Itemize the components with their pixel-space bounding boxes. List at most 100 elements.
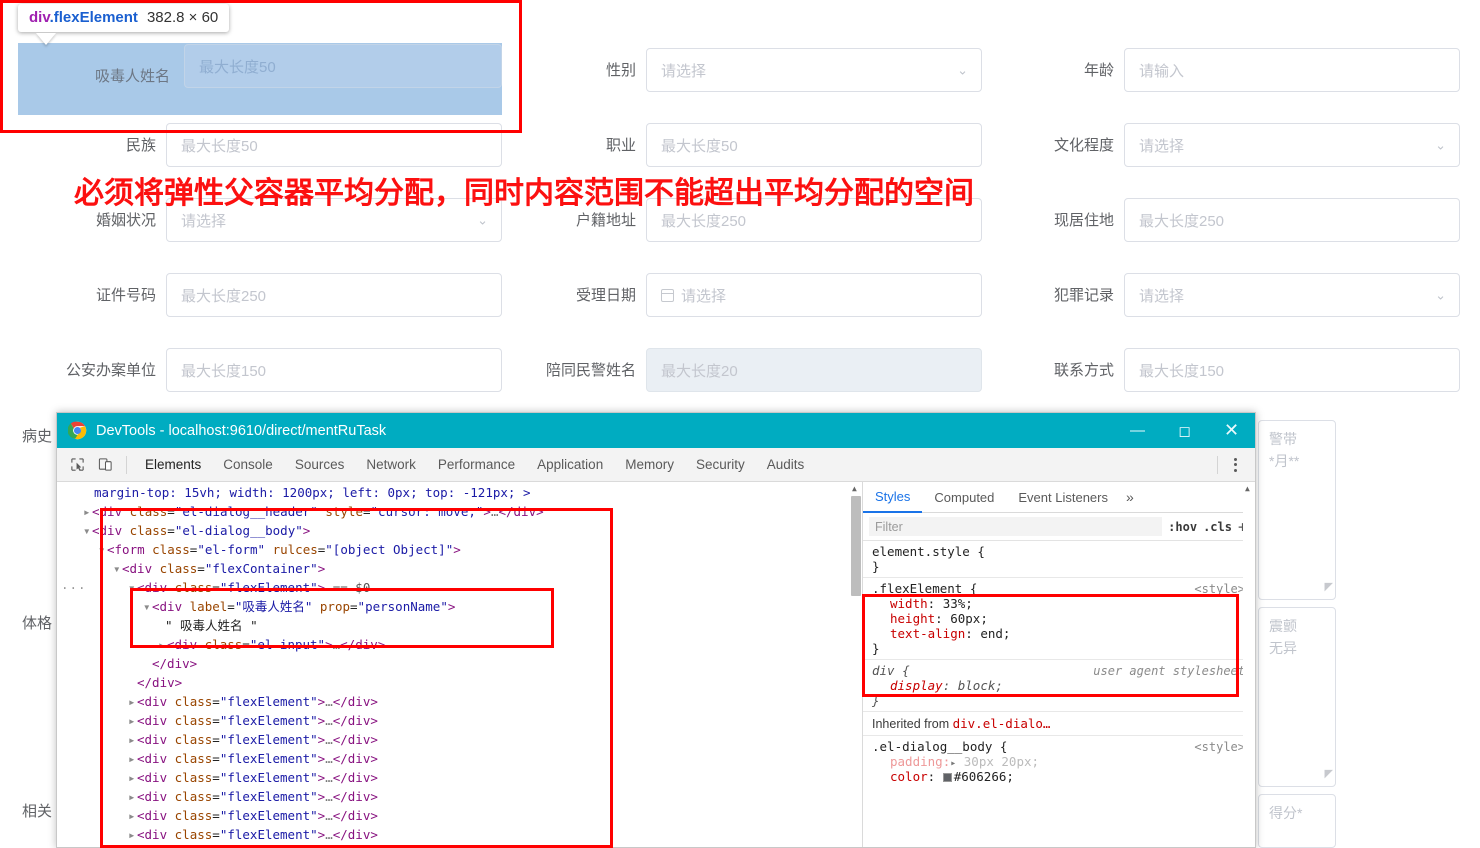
cls-toggle[interactable]: .cls <box>1203 520 1232 534</box>
disclosure-triangle-icon[interactable]: ▾ <box>128 578 137 597</box>
inherited-from-source[interactable]: div.el-dialo… <box>953 716 1051 731</box>
tab-console[interactable]: Console <box>212 448 284 482</box>
style-property[interactable]: text-align <box>872 626 965 641</box>
tab-performance[interactable]: Performance <box>427 448 526 482</box>
dom-line[interactable]: ▸<div class="flexElement">…</div> <box>57 806 862 825</box>
styles-filter-bar[interactable]: Filter :hov .cls + <box>863 513 1255 541</box>
disclosure-triangle-icon[interactable]: ▾ <box>143 597 152 616</box>
disclosure-triangle-icon[interactable]: ▸ <box>128 730 137 749</box>
style-rule-flexelement[interactable]: <style> .flexElement { width: 33%; heigh… <box>863 578 1255 660</box>
resize-grip-icon[interactable]: ◤ <box>1325 763 1333 785</box>
tab-audits[interactable]: Audits <box>756 448 816 482</box>
style-value[interactable]: #606266; <box>954 769 1014 784</box>
tab-computed[interactable]: Computed <box>922 490 1006 512</box>
devtools-toolbar[interactable]: Elements Console Sources Network Perform… <box>57 448 1255 482</box>
style-property[interactable]: width <box>872 596 928 611</box>
style-value[interactable]: block; <box>958 678 1003 693</box>
disclosure-triangle-icon[interactable]: ▾ <box>113 559 122 578</box>
dom-line[interactable]: ▸<div class="flexElement">…</div> <box>57 825 862 844</box>
style-value[interactable]: 60px; <box>950 611 988 626</box>
disclosure-triangle-icon[interactable]: ▸ <box>128 787 137 806</box>
dom-line[interactable]: ▾<div class="flexContainer"> <box>57 559 862 578</box>
styles-tabbar[interactable]: Styles Computed Event Listeners » <box>863 482 1255 513</box>
style-declaration[interactable]: height: 60px; <box>872 611 1246 626</box>
dom-tree-ellipsis[interactable]: ... <box>61 577 87 592</box>
accept-date-picker[interactable]: 请选择 <box>646 273 982 317</box>
id-number-input[interactable]: 最大长度250 <box>166 273 502 317</box>
style-property[interactable]: display <box>872 678 943 693</box>
expand-shorthand-icon[interactable]: ▸ <box>950 758 956 769</box>
dom-tree-lines[interactable]: margin-top: 15vh; width: 1200px; left: 0… <box>57 482 862 847</box>
tab-styles[interactable]: Styles <box>863 489 923 513</box>
education-select[interactable]: 请选择 ⌄ <box>1124 123 1460 167</box>
dom-line[interactable]: ▸<div class="flexElement">…</div> <box>57 844 862 847</box>
dom-line[interactable]: ▸<div class="el-input">…</div> <box>57 635 862 654</box>
style-rule-el-dialog-body[interactable]: <style> .el-dialog__body { padding:▸ 30p… <box>863 736 1255 787</box>
style-source[interactable]: <style> <box>1194 740 1245 754</box>
dom-line[interactable]: ▸<div class="flexElement">…</div> <box>57 787 862 806</box>
dom-line[interactable]: ▸<div class="el-dialog__header" style="c… <box>57 502 862 521</box>
current-address-input[interactable]: 最大长度250 <box>1124 198 1460 242</box>
physique-textarea[interactable]: 震颤 无异 ◤ <box>1258 607 1336 787</box>
dom-tree-pane[interactable]: margin-top: 15vh; width: 1200px; left: 0… <box>57 482 862 847</box>
disclosure-triangle-icon[interactable]: ▾ <box>98 540 107 559</box>
more-options-icon[interactable] <box>1225 457 1246 472</box>
dom-line[interactable]: ▸<div class="flexElement">…</div> <box>57 711 862 730</box>
style-value[interactable]: end; <box>980 626 1010 641</box>
maximize-icon[interactable]: ◻ <box>1161 413 1208 448</box>
style-declaration[interactable]: display: block; <box>872 678 1246 693</box>
tab-network[interactable]: Network <box>355 448 427 482</box>
resize-grip-icon[interactable]: ◤ <box>1325 576 1333 598</box>
close-icon[interactable]: ✕ <box>1208 413 1255 448</box>
disclosure-triangle-icon[interactable]: ▸ <box>158 635 167 654</box>
dom-line[interactable]: ▸<div class="flexElement">…</div> <box>57 768 862 787</box>
dom-tree-scrollbar[interactable]: ▲ <box>850 482 862 847</box>
dom-line[interactable]: margin-top: 15vh; width: 1200px; left: 0… <box>57 483 862 502</box>
style-property[interactable]: height <box>872 611 935 626</box>
window-controls[interactable]: — ◻ ✕ <box>1114 413 1255 448</box>
tab-application[interactable]: Application <box>526 448 614 482</box>
color-swatch[interactable] <box>942 773 952 782</box>
dom-line[interactable]: ▾<div label="吸毒人姓名" prop="personName"> <box>57 597 862 616</box>
tab-memory[interactable]: Memory <box>614 448 685 482</box>
minimize-icon[interactable]: — <box>1114 413 1161 448</box>
style-declaration[interactable]: color: #606266; <box>872 769 1246 784</box>
tab-event-listeners[interactable]: Event Listeners <box>1006 490 1120 512</box>
tab-security[interactable]: Security <box>685 448 756 482</box>
style-property[interactable]: padding <box>872 754 943 769</box>
styles-filter-input[interactable]: Filter <box>869 517 1163 536</box>
dom-line[interactable]: ▾<div class="el-dialog__body"> <box>57 521 862 540</box>
styles-scrollbar[interactable]: ▲ <box>1243 482 1255 847</box>
police-unit-input[interactable]: 最大长度150 <box>166 348 502 392</box>
style-declaration[interactable]: width: 33%; <box>872 596 1246 611</box>
criminal-record-select[interactable]: 请选择 ⌄ <box>1124 273 1460 317</box>
person-name-input[interactable]: 最大长度50 <box>184 44 502 88</box>
medical-history-textarea[interactable]: 警带 *月** ◤ <box>1258 420 1336 600</box>
style-declaration[interactable]: padding:▸ 30px 20px; <box>872 754 1246 769</box>
gender-select[interactable]: 请选择 ⌄ <box>646 48 982 92</box>
dom-line[interactable]: ▸<div class="flexElement">…</div> <box>57 692 862 711</box>
more-panes-icon[interactable]: » <box>1120 489 1144 512</box>
dom-line-selected[interactable]: ▾<div class="flexElement"> == $0 <box>57 578 862 597</box>
dom-line[interactable]: ▸<div class="flexElement">…</div> <box>57 730 862 749</box>
occupation-input[interactable]: 最大长度50 <box>646 123 982 167</box>
device-toolbar-icon[interactable] <box>91 452 119 478</box>
tab-sources[interactable]: Sources <box>284 448 356 482</box>
devtools-menu[interactable] <box>1210 455 1255 474</box>
ethnicity-input[interactable]: 最大长度50 <box>166 123 502 167</box>
age-input[interactable]: 请输入 <box>1124 48 1460 92</box>
styles-pane[interactable]: Styles Computed Event Listeners » Filter… <box>862 482 1255 847</box>
dom-line[interactable]: ▾<form class="el-form" rulces="[object O… <box>57 540 862 559</box>
disclosure-triangle-icon[interactable]: ▸ <box>128 768 137 787</box>
style-source[interactable]: <style> <box>1194 582 1245 596</box>
disclosure-triangle-icon[interactable]: ▾ <box>83 521 92 540</box>
style-declaration[interactable]: text-align: end; <box>872 626 1246 641</box>
related-textarea[interactable]: 得分* <box>1258 794 1336 848</box>
style-value[interactable]: 33%; <box>943 596 973 611</box>
scroll-up-icon[interactable]: ▲ <box>852 484 857 493</box>
style-rule-element-style[interactable]: element.style { } <box>863 541 1255 578</box>
hov-toggle[interactable]: :hov <box>1168 520 1197 534</box>
scroll-up-icon[interactable]: ▲ <box>1245 484 1250 493</box>
disclosure-triangle-icon[interactable]: ▸ <box>128 844 137 847</box>
dom-line[interactable]: </div> <box>57 673 862 692</box>
